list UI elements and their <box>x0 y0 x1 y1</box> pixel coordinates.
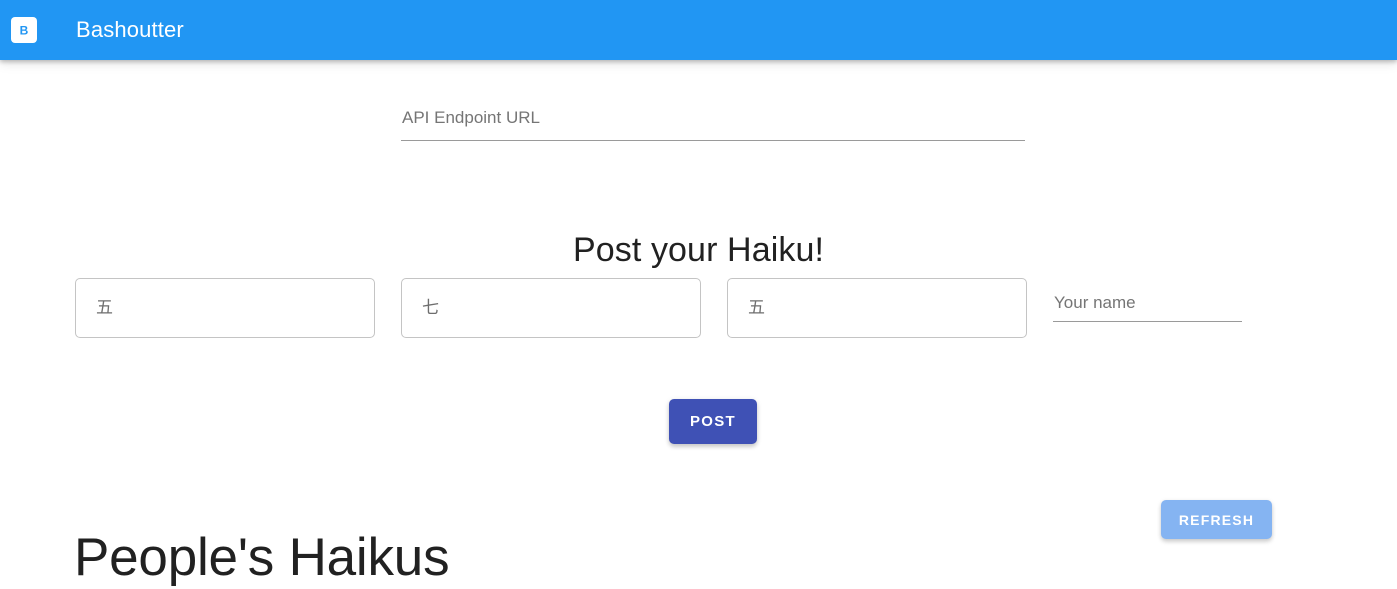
author-name-placeholder: Your name <box>1054 293 1136 312</box>
main-content: API Endpoint URL Post your Haiku! 五 七 五 … <box>0 60 1397 587</box>
api-endpoint-field[interactable]: API Endpoint URL <box>401 106 1025 141</box>
haiku-list-heading: People's Haikus <box>74 527 450 587</box>
haiku-line-3-placeholder: 五 <box>748 298 765 318</box>
haiku-line-3-input[interactable]: 五 <box>727 278 1027 338</box>
api-endpoint-underline <box>401 140 1025 141</box>
haiku-line-2-placeholder: 七 <box>422 298 439 318</box>
author-name-underline <box>1053 321 1242 322</box>
post-button[interactable]: POST <box>669 399 757 444</box>
svg-text:B: B <box>20 24 29 38</box>
letter-b-logo-icon[interactable]: B <box>11 17 37 43</box>
haiku-line-1-placeholder: 五 <box>96 298 113 318</box>
app-bar: B Bashoutter <box>0 0 1397 60</box>
app-title: Bashoutter <box>76 17 184 42</box>
refresh-button[interactable]: REFRESH <box>1161 500 1272 539</box>
haiku-input-row: 五 七 五 Your name <box>0 278 1397 368</box>
post-section-heading: Post your Haiku! <box>572 231 825 270</box>
haiku-line-2-input[interactable]: 七 <box>401 278 701 338</box>
api-endpoint-placeholder: API Endpoint URL <box>402 108 540 127</box>
haiku-line-1-input[interactable]: 五 <box>75 278 375 338</box>
author-name-field[interactable]: Your name <box>1053 292 1242 322</box>
